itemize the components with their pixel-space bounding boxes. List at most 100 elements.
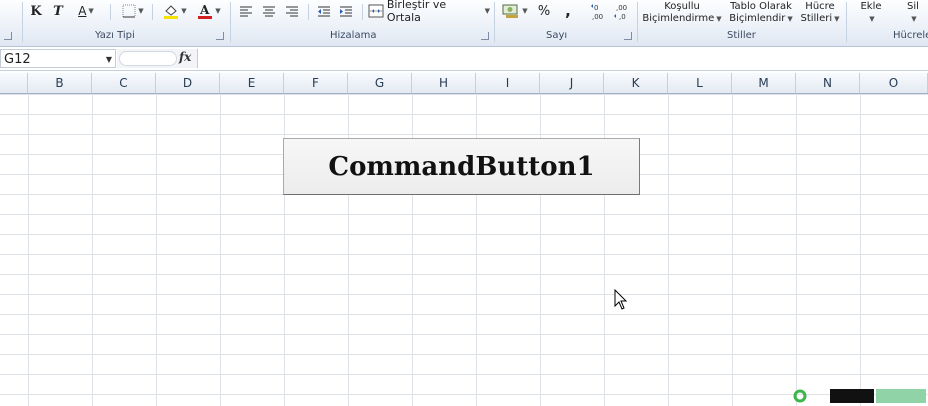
svg-text:A: A (199, 3, 210, 17)
column-header[interactable]: D (156, 73, 220, 93)
name-box[interactable]: G12 ▼ (0, 49, 116, 68)
column-header[interactable]: K (604, 73, 668, 93)
cell-styles-button[interactable]: Hücre Stilleri ▼ (798, 1, 842, 25)
decrease-decimal-button[interactable]: ,00,0 (613, 2, 633, 20)
row-header-corner[interactable] (0, 73, 28, 93)
borders-icon (122, 4, 136, 18)
command-button[interactable]: CommandButton1 (283, 138, 640, 195)
group-divider (494, 2, 495, 42)
increase-decimal-icon: 0,00 (591, 4, 603, 20)
chevron-down-icon: ▼ (787, 15, 793, 23)
formula-bar-controls: fx (117, 49, 198, 68)
align-right-icon (286, 6, 298, 17)
watermark-logo (792, 387, 928, 405)
font-color-icon: A (198, 3, 213, 19)
decrease-indent-button[interactable] (316, 2, 332, 20)
chevron-down-icon: ▼ (215, 7, 221, 15)
column-header[interactable]: B (28, 73, 92, 93)
ribbon: K T A ▼ ▼ ▼ A ▼ Yazı Tipi Birleştir ve O… (0, 0, 928, 47)
alignment-launcher-icon[interactable] (481, 32, 489, 40)
column-header[interactable]: E (220, 73, 284, 93)
chevron-down-icon[interactable]: ▼ (106, 55, 112, 64)
column-header[interactable]: J (540, 73, 604, 93)
bold-button[interactable]: K (28, 2, 44, 20)
borders-button[interactable]: ▼ (118, 2, 148, 20)
increase-decimal-button[interactable]: 0,00 (590, 2, 610, 20)
increase-indent-icon (340, 6, 352, 17)
number-group-label: Sayı (546, 30, 568, 41)
decrease-decimal-icon: ,00,0 (614, 4, 627, 20)
group-divider (637, 2, 638, 42)
font-launcher-icon[interactable] (216, 32, 224, 40)
divider (110, 4, 111, 20)
delete-label: Sil (907, 1, 919, 12)
align-right-button[interactable] (284, 2, 300, 20)
chevron-down-icon: ▼ (869, 15, 875, 23)
chevron-down-icon: ▼ (911, 15, 917, 23)
insert-label: Ekle (860, 1, 882, 12)
grid-line (220, 94, 221, 406)
svg-text:,00: ,00 (616, 4, 627, 12)
alignment-group-label: Hizalama (330, 30, 377, 41)
paint-bucket-icon (164, 5, 179, 19)
currency-icon (502, 4, 519, 18)
group-divider (230, 2, 231, 42)
column-header[interactable]: M (732, 73, 796, 93)
column-header[interactable]: O (860, 73, 928, 93)
grid-line (92, 94, 93, 406)
merge-center-button[interactable]: Birleştir ve Ortala ▼ (368, 0, 490, 24)
clipboard-launcher-icon[interactable] (4, 32, 12, 40)
column-header[interactable]: F (284, 73, 348, 93)
increase-indent-button[interactable] (338, 2, 354, 20)
align-center-button[interactable] (261, 2, 277, 20)
align-center-icon (263, 6, 275, 17)
divider (152, 4, 153, 20)
align-left-button[interactable] (238, 2, 254, 20)
format-as-table-button[interactable]: Tablo Olarak Biçimlendir ▼ (726, 1, 796, 25)
chevron-down-icon: ▼ (181, 7, 187, 15)
formula-bar-resizer[interactable] (119, 51, 177, 66)
grid-line (732, 94, 733, 406)
delete-button[interactable]: Sil ▼ (900, 1, 926, 25)
column-header[interactable]: I (476, 73, 540, 93)
column-header-row: B C D E F G H I J K L M N O (0, 73, 928, 94)
chevron-down-icon: ▼ (138, 7, 144, 15)
column-header[interactable]: L (668, 73, 732, 93)
column-header[interactable]: C (92, 73, 156, 93)
conditional-formatting-label-1: Koşullu (664, 1, 700, 12)
styles-group-label: Stiller (727, 30, 756, 41)
divider (308, 4, 309, 20)
number-launcher-icon[interactable] (624, 32, 632, 40)
group-divider (846, 2, 847, 42)
svg-text:,0: ,0 (619, 13, 626, 20)
font-group-label: Yazı Tipi (95, 30, 135, 41)
chevron-down-icon: ▼ (716, 15, 722, 23)
underline-button[interactable]: A ▼ (74, 2, 98, 20)
formula-input[interactable] (198, 49, 928, 68)
chevron-down-icon: ▼ (88, 7, 94, 15)
align-left-icon (240, 6, 252, 17)
insert-button[interactable]: Ekle ▼ (854, 1, 888, 25)
comma-style-button[interactable]: , (560, 2, 576, 20)
italic-button[interactable]: T (50, 2, 66, 20)
grid-line (796, 94, 797, 406)
column-header[interactable]: G (348, 73, 412, 93)
font-color-button[interactable]: A ▼ (194, 2, 224, 20)
accounting-format-button[interactable]: ▼ (500, 2, 530, 20)
column-header[interactable]: H (412, 73, 476, 93)
formula-bar: G12 ▼ fx (0, 48, 928, 71)
decrease-indent-icon (318, 6, 330, 17)
column-header[interactable]: N (796, 73, 860, 93)
conditional-formatting-button[interactable]: Koşullu Biçimlendirme ▼ (640, 1, 724, 25)
fill-color-button[interactable]: ▼ (160, 2, 190, 20)
cell-styles-label-1: Hücre (805, 1, 835, 12)
grid-line (668, 94, 669, 406)
chevron-down-icon: ▼ (484, 7, 490, 15)
insert-function-icon[interactable]: fx (179, 50, 191, 64)
name-box-value: G12 (4, 52, 31, 67)
svg-text:,00: ,00 (592, 13, 603, 20)
grid-line (860, 94, 861, 406)
merge-center-icon (368, 4, 384, 18)
underline-label: A (78, 4, 87, 18)
percent-button[interactable]: % (536, 2, 552, 20)
